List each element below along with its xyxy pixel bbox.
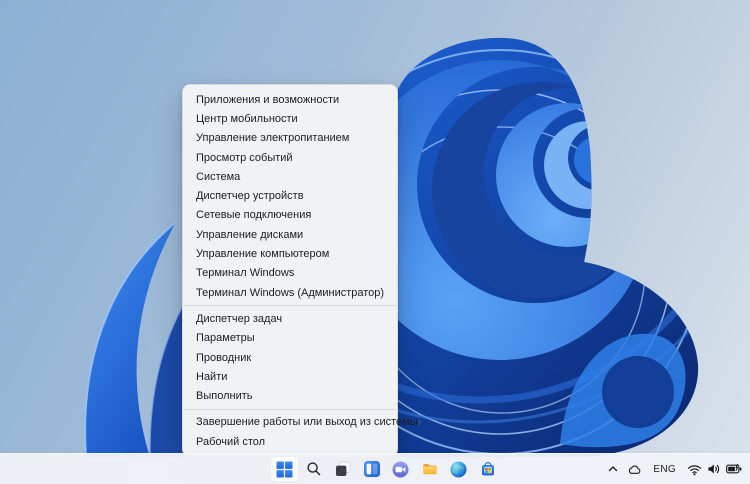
menu-separator bbox=[184, 305, 396, 306]
menu-item-label: Диспетчер задач bbox=[196, 313, 282, 325]
file-explorer-button[interactable] bbox=[415, 456, 444, 482]
menu-item-windows-terminal[interactable]: Терминал Windows bbox=[183, 264, 397, 283]
menu-item-task-manager[interactable]: Диспетчер задач bbox=[183, 309, 397, 328]
menu-item-label: Просмотр событий bbox=[196, 152, 293, 164]
menu-item-computer-management[interactable]: Управление компьютером bbox=[183, 244, 397, 263]
menu-item-settings[interactable]: Параметры bbox=[183, 329, 397, 348]
menu-separator bbox=[184, 409, 396, 410]
menu-item-label: Терминал Windows bbox=[196, 267, 294, 279]
battery-icon bbox=[726, 463, 742, 475]
menu-item-system[interactable]: Система bbox=[183, 167, 397, 186]
menu-item-label: Приложения и возможности bbox=[196, 94, 339, 106]
menu-item-label: Сетевые подключения bbox=[196, 209, 311, 221]
menu-item-label: Управление электропитанием bbox=[196, 132, 349, 144]
menu-item-label: Система bbox=[196, 171, 240, 183]
menu-item-run[interactable]: Выполнить bbox=[183, 386, 397, 405]
language-indicator[interactable]: ENG bbox=[646, 457, 683, 481]
system-tray: ENG bbox=[603, 456, 746, 482]
onedrive-button[interactable] bbox=[623, 457, 646, 481]
menu-item-network-connections[interactable]: Сетевые подключения bbox=[183, 206, 397, 225]
wifi-icon bbox=[687, 463, 702, 476]
task-view-icon bbox=[335, 461, 351, 477]
menu-item-shutdown-or-sign-out[interactable]: Завершение работы или выход из системы › bbox=[183, 413, 397, 432]
edge-browser-icon bbox=[450, 461, 467, 478]
menu-item-label: Центр мобильности bbox=[196, 113, 298, 125]
menu-item-label: Управление компьютером bbox=[196, 248, 329, 260]
menu-item-label: Найти bbox=[196, 371, 227, 383]
widgets-icon bbox=[364, 461, 380, 477]
menu-item-windows-terminal-admin[interactable]: Терминал Windows (Администратор) bbox=[183, 283, 397, 302]
menu-item-desktop[interactable]: Рабочий стол bbox=[183, 432, 397, 451]
chat-video-icon bbox=[392, 461, 409, 478]
task-view-button[interactable] bbox=[328, 456, 357, 482]
chat-button[interactable] bbox=[386, 456, 415, 482]
language-label: ENG bbox=[650, 464, 679, 475]
winx-context-menu: Приложения и возможности Центр мобильнос… bbox=[182, 84, 398, 457]
folder-icon bbox=[422, 461, 438, 477]
menu-item-disk-management[interactable]: Управление дисками bbox=[183, 225, 397, 244]
menu-item-device-manager[interactable]: Диспетчер устройств bbox=[183, 186, 397, 205]
submenu-chevron-icon: › bbox=[418, 415, 422, 428]
menu-item-file-explorer[interactable]: Проводник bbox=[183, 348, 397, 367]
widgets-button[interactable] bbox=[357, 456, 386, 482]
onedrive-cloud-icon bbox=[627, 464, 642, 475]
menu-item-label: Диспетчер устройств bbox=[196, 190, 304, 202]
tray-overflow-button[interactable] bbox=[603, 457, 623, 481]
menu-item-power-options[interactable]: Управление электропитанием bbox=[183, 129, 397, 148]
menu-item-label: Рабочий стол bbox=[196, 436, 265, 448]
menu-item-label: Терминал Windows (Администратор) bbox=[196, 287, 384, 299]
menu-item-label: Завершение работы или выход из системы bbox=[196, 416, 418, 428]
microsoft-store-icon bbox=[480, 461, 496, 477]
chevron-up-icon bbox=[607, 463, 619, 475]
start-button[interactable] bbox=[270, 456, 299, 482]
menu-item-label: Управление дисками bbox=[196, 229, 303, 241]
volume-icon bbox=[707, 462, 721, 476]
menu-item-mobility-center[interactable]: Центр мобильности bbox=[183, 109, 397, 128]
search-icon bbox=[306, 461, 322, 477]
menu-item-label: Проводник bbox=[196, 352, 251, 364]
store-button[interactable] bbox=[473, 456, 502, 482]
status-tray-button[interactable] bbox=[683, 457, 746, 481]
taskbar-center-icons bbox=[270, 456, 502, 482]
menu-item-label: Параметры bbox=[196, 332, 255, 344]
edge-button[interactable] bbox=[444, 456, 473, 482]
windows-logo-icon bbox=[276, 461, 293, 478]
search-button[interactable] bbox=[299, 456, 328, 482]
menu-item-event-viewer[interactable]: Просмотр событий bbox=[183, 148, 397, 167]
menu-item-apps-and-features[interactable]: Приложения и возможности bbox=[183, 90, 397, 109]
taskbar: ENG bbox=[0, 453, 750, 484]
menu-item-label: Выполнить bbox=[196, 390, 252, 402]
menu-item-search[interactable]: Найти bbox=[183, 367, 397, 386]
